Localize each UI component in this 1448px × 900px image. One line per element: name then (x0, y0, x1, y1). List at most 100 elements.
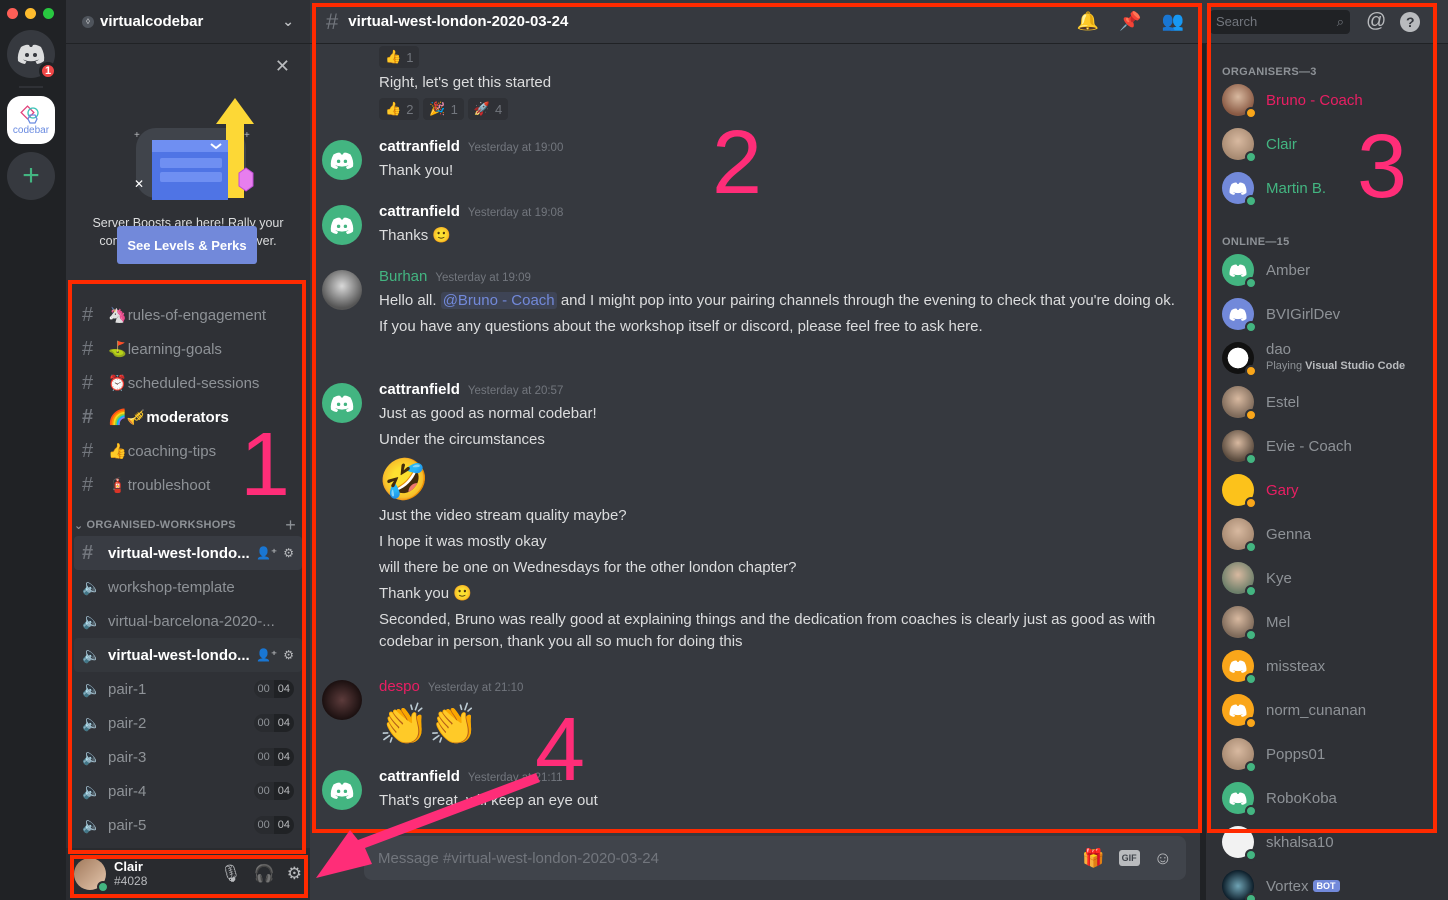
invite-icon[interactable]: 👤⁺ (256, 648, 277, 662)
reaction[interactable]: 🎉 1 (423, 98, 464, 120)
channel-pair-5[interactable]: 🔈 pair-5 00 04 (74, 808, 302, 842)
channel-rules-of-engagement[interactable]: # 🦄 rules-of-engagement (74, 298, 302, 332)
channel-virtual-west-london-voice[interactable]: 🔈 virtual-west-londo... 👤⁺ ⚙ (74, 638, 302, 672)
channel-coaching-tips[interactable]: # 👍 coaching-tips (74, 434, 302, 468)
member-item[interactable]: Popps01 (1214, 732, 1440, 776)
message-text: Seconded, Bruno was really good at expla… (379, 611, 1156, 650)
channel-troubleshoot[interactable]: # 🧯 troubleshoot (74, 468, 302, 502)
mentions-icon[interactable]: @ (1366, 10, 1386, 33)
gear-icon[interactable]: ⚙ (283, 648, 294, 662)
microphone-icon[interactable]: 🎙 (220, 864, 242, 884)
message-input[interactable] (378, 849, 1083, 867)
maximize-window-button[interactable] (43, 8, 54, 19)
avatar[interactable] (322, 205, 362, 245)
member-name: Evie - Coach (1266, 437, 1352, 455)
add-server-button[interactable]: + (7, 152, 55, 200)
server-rail: 1 codebar + (0, 0, 147, 900)
pin-icon[interactable]: 📌 (1119, 11, 1141, 32)
avatar[interactable] (322, 383, 362, 423)
user-mention[interactable]: @Bruno - Coach (440, 292, 557, 309)
avatar[interactable] (322, 270, 362, 310)
search-input[interactable]: Search ⌕ (1210, 9, 1350, 34)
minimize-window-button[interactable] (25, 8, 36, 19)
channel-workshop-template[interactable]: 🔈 workshop-template (74, 570, 302, 604)
user-limit-badge: 00 04 (253, 680, 294, 698)
message-timestamp: Yesterday at 20:57 (467, 385, 564, 397)
member-item[interactable]: Kye (1214, 556, 1440, 600)
status-online-icon (1245, 321, 1257, 333)
avatar[interactable] (322, 680, 362, 720)
avatar[interactable] (322, 140, 362, 180)
gear-icon[interactable]: ⚙ (287, 864, 302, 884)
member-item[interactable]: Amber (1214, 248, 1440, 292)
server-codebar[interactable]: codebar (7, 96, 55, 144)
close-icon[interactable]: ✕ (275, 56, 290, 77)
status-online-icon (1245, 761, 1257, 773)
member-item[interactable]: BVIGirlDev (1214, 292, 1440, 336)
message-author[interactable]: Burhan (379, 268, 427, 285)
member-name: BVIGirlDev (1266, 305, 1341, 323)
gif-icon[interactable]: GIF (1118, 850, 1140, 866)
status-idle-icon (1245, 107, 1257, 119)
member-item[interactable]: Genna (1214, 512, 1440, 556)
text-channel-icon: # (82, 541, 94, 564)
voice-channel-icon: 🔈 (82, 579, 101, 596)
member-item[interactable]: norm_cunanan (1214, 688, 1440, 732)
member-item[interactable]: RoboKoba (1214, 776, 1440, 820)
message-author[interactable]: cattranfield (379, 381, 460, 398)
message-author[interactable]: cattranfield (379, 138, 460, 155)
channel-pair-1[interactable]: 🔈 pair-1 00 04 (74, 672, 302, 706)
avatar[interactable] (322, 770, 362, 810)
message-author[interactable]: despo (379, 678, 420, 695)
window-controls (7, 8, 54, 19)
help-icon[interactable]: ? (1400, 11, 1421, 32)
status-online-icon (1245, 541, 1257, 553)
user-info[interactable]: Clair #4028 (114, 859, 147, 889)
invite-icon[interactable]: 👤⁺ (256, 546, 277, 560)
channel-pair-4[interactable]: 🔈 pair-4 00 04 (74, 774, 302, 808)
message-timestamp: Yesterday at 21:11 (467, 772, 563, 784)
channel-virtual-barcelona[interactable]: 🔈 virtual-barcelona-2020-... (74, 604, 302, 638)
members-icon[interactable]: 👥 (1162, 11, 1184, 32)
status-online-icon (1245, 277, 1257, 289)
member-item[interactable]: Martin B. (1214, 166, 1440, 210)
gift-icon[interactable]: 🎁 (1082, 848, 1104, 869)
member-item[interactable]: missteax (1214, 644, 1440, 688)
status-online-icon (97, 881, 109, 893)
headphones-icon[interactable]: 🎧 (254, 864, 275, 884)
message-author[interactable]: cattranfield (379, 203, 460, 220)
reaction[interactable]: 👍 2 (379, 98, 420, 120)
member-item[interactable]: Vortex BOT (1214, 864, 1440, 900)
channel-learning-goals[interactable]: # ⛳ learning-goals (74, 332, 302, 366)
reaction[interactable]: 👍 1 (379, 46, 420, 68)
see-levels-perks-button[interactable]: See Levels & Perks (117, 226, 257, 264)
avatar (1222, 606, 1257, 641)
channel-pair-2[interactable]: 🔈 pair-2 00 04 (74, 706, 302, 740)
member-item[interactable]: Estel (1214, 380, 1440, 424)
bell-icon[interactable]: 🔔 (1077, 11, 1099, 32)
gear-icon[interactable]: ⚙ (283, 546, 294, 560)
member-item[interactable]: skhalsa10 (1214, 820, 1440, 864)
reaction[interactable]: 🚀 4 (467, 98, 509, 120)
channel-pair-3[interactable]: 🔈 pair-3 00 04 (74, 740, 302, 774)
member-item[interactable]: Clair (1214, 122, 1440, 166)
member-item[interactable]: Bruno - Coach (1214, 78, 1440, 122)
channel-virtual-west-london-text[interactable]: # virtual-west-londo... 👤⁺ ⚙ (74, 536, 302, 570)
member-item[interactable]: dao Playing Visual Studio Code (1214, 336, 1440, 380)
server-header[interactable]: ◊ virtualcodebar ⌄ (66, 0, 310, 44)
emoji-picker-icon[interactable]: ☺ (1154, 848, 1172, 869)
member-item[interactable]: Evie - Coach (1214, 424, 1440, 468)
home-button[interactable]: 1 (7, 30, 57, 80)
category-organised-workshops[interactable]: ⌄ ORGANISED-WORKSHOPS + (74, 514, 302, 536)
message-text: Under the circumstances (379, 431, 545, 448)
channel-scheduled-sessions[interactable]: # ⏰ scheduled-sessions (74, 366, 302, 400)
channel-moderators[interactable]: # 🌈🎺 moderators (74, 400, 302, 434)
create-channel-button[interactable]: + (285, 515, 296, 536)
avatar (1222, 298, 1257, 333)
avatar[interactable] (74, 858, 109, 893)
message-author[interactable]: cattranfield (379, 768, 460, 785)
text-channel-icon: # (82, 371, 94, 394)
close-window-button[interactable] (7, 8, 18, 19)
member-item[interactable]: Gary (1214, 468, 1440, 512)
member-item[interactable]: Mel (1214, 600, 1440, 644)
